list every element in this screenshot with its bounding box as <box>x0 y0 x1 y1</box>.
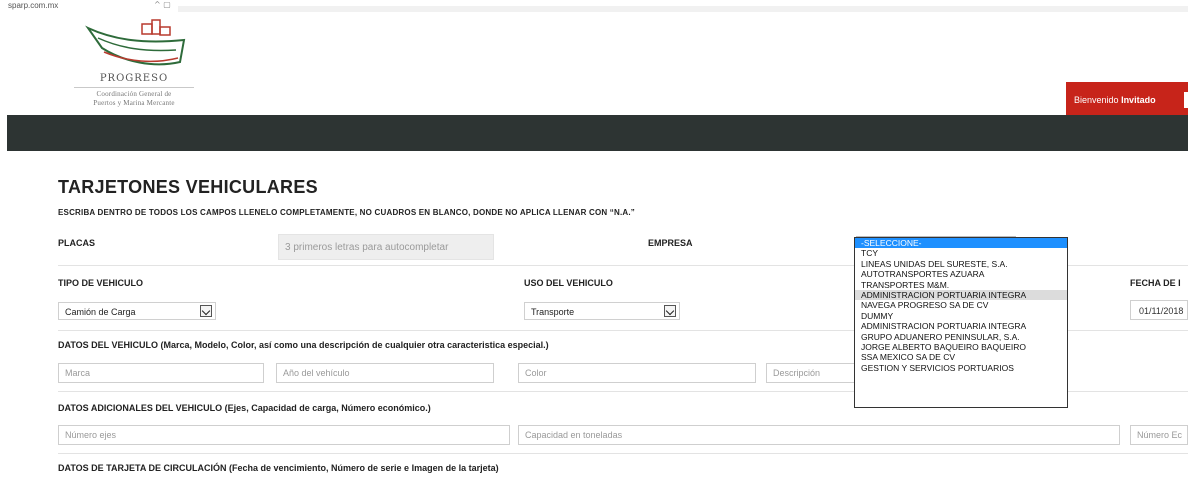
main-navbar <box>7 115 1188 151</box>
placas-label: PLACAS <box>58 238 96 248</box>
color-input[interactable]: Color <box>518 363 756 383</box>
empresa-option[interactable]: NAVEGA PROGRESO SA DE CV <box>855 300 1067 310</box>
empresa-option[interactable]: GESTION Y SERVICIOS PORTUARIOS <box>855 363 1067 373</box>
welcome-prefix: Bienvenido <box>1074 95 1119 105</box>
empresa-option[interactable]: GRUPO ADUANERO PENINSULAR, S.A. <box>855 332 1067 342</box>
welcome-badge[interactable]: Bienvenido Invitado <box>1066 82 1188 115</box>
tipo-vehiculo-label: TIPO DE VEHICULO <box>58 278 144 288</box>
empresa-option[interactable]: LINEAS UNIDAS DEL SURESTE, S.A. <box>855 259 1067 269</box>
empresa-option[interactable]: JORGE ALBERTO BAQUEIRO BAQUEIRO <box>855 342 1067 352</box>
empresa-dropdown-list[interactable]: -SELECCIONE- TCY LINEAS UNIDAS DEL SURES… <box>854 237 1068 408</box>
empresa-option[interactable]: -SELECCIONE- <box>855 238 1067 249</box>
descripcion-input[interactable]: Descripción <box>766 363 856 383</box>
marca-input[interactable]: Marca <box>58 363 264 383</box>
logo-subtitle-2: Puertos y Marina Mercante <box>93 99 175 107</box>
fecha-label: FECHA DE I <box>1130 278 1181 288</box>
tipo-vehiculo-select[interactable]: Camión de Carga <box>58 302 216 320</box>
page-title: TARJETONES VEHICULARES <box>58 177 318 197</box>
empresa-option[interactable]: DUMMY <box>855 311 1067 321</box>
logo-rule <box>74 87 194 88</box>
empresa-option[interactable]: ADMINISTRACION PORTUARIA INTEGRA <box>855 289 1067 301</box>
browser-toolbar-divider <box>178 6 1188 12</box>
empresa-option[interactable]: TRANSPORTES M&M. <box>855 280 1067 290</box>
form-instructions: ESCRIBA DENTRO DE TODOS LOS CAMPOS LLENE… <box>58 208 635 217</box>
ejes-input[interactable]: Número ejes <box>58 425 510 445</box>
empresa-option[interactable]: TCY <box>855 248 1067 258</box>
empresa-option[interactable]: SSA MEXICO SA DE CV <box>855 352 1067 362</box>
divider-4 <box>58 453 1188 454</box>
datos-vehiculo-label: DATOS DEL VEHICULO (Marca, Modelo, Color… <box>58 340 549 350</box>
logo-subtitle-1: Coordinación General de <box>96 90 172 98</box>
tarjeta-circulacion-label: DATOS DE TARJETA DE CIRCULACIÓN (Fecha d… <box>58 463 499 473</box>
browser-tab-strip: sparp.com.mx ^ ▢ <box>0 0 1188 14</box>
ship-logo-icon <box>85 19 186 66</box>
browser-url[interactable]: sparp.com.mx <box>8 1 58 10</box>
empresa-option[interactable]: ADMINISTRACION PORTUARIA INTEGRA <box>855 321 1067 331</box>
fecha-input[interactable]: 01/11/2018 <box>1130 300 1188 320</box>
empresa-option[interactable]: AUTOTRANSPORTES AZUARA <box>855 269 1067 279</box>
uso-vehiculo-label: USO DEL VEHICULO <box>524 278 613 288</box>
chevron-down-icon <box>664 305 676 317</box>
site-logo[interactable]: PROGRESO Coordinación General de Puertos… <box>64 18 214 118</box>
browser-controls[interactable]: ^ ▢ <box>154 0 171 9</box>
anio-input[interactable]: Año del vehículo <box>276 363 494 383</box>
welcome-edge <box>1184 92 1188 108</box>
capacidad-input[interactable]: Capacidad en toneladas <box>518 425 1120 445</box>
tipo-vehiculo-value: Camión de Carga <box>65 307 136 317</box>
uso-vehiculo-value: Transporte <box>531 307 575 317</box>
uso-vehiculo-select[interactable]: Transporte <box>524 302 680 320</box>
empresa-label: EMPRESA <box>648 238 693 248</box>
logo-name: PROGRESO <box>99 73 169 84</box>
welcome-user: Invitado <box>1121 95 1156 105</box>
numero-economico-input[interactable]: Número Ec <box>1130 425 1188 445</box>
placas-input[interactable]: 3 primeros letras para autocompletar <box>278 234 494 260</box>
chevron-down-icon <box>200 305 212 317</box>
datos-adicionales-label: DATOS ADICIONALES DEL VEHICULO (Ejes, Ca… <box>58 403 431 413</box>
